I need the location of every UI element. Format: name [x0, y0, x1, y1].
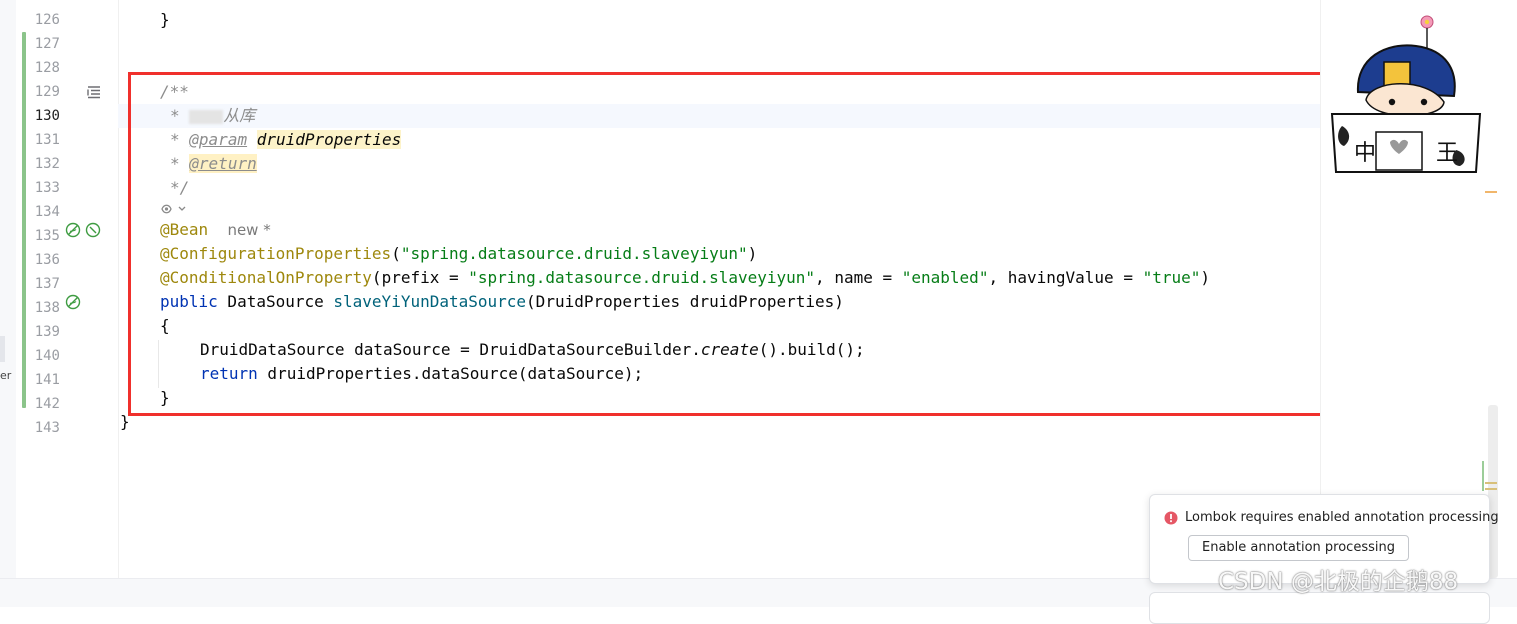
- line-number[interactable]: 126: [16, 8, 60, 32]
- line-number[interactable]: 131: [16, 128, 60, 152]
- line-number[interactable]: 132: [16, 152, 60, 176]
- mascot-right-char: 王: [1436, 141, 1458, 166]
- line-number[interactable]: 140: [16, 344, 60, 368]
- line-number[interactable]: 143: [16, 416, 60, 440]
- line-number[interactable]: 129: [16, 80, 60, 104]
- line-number[interactable]: 127: [16, 32, 60, 56]
- tool-window-label-fragment: er: [0, 369, 12, 382]
- warning-stripe[interactable]: [1485, 191, 1497, 193]
- line-number[interactable]: 136: [16, 248, 60, 272]
- line-number[interactable]: 128: [16, 56, 60, 80]
- highlight-box: [128, 72, 1333, 416]
- mascot-sticker: 中 王: [1330, 15, 1482, 173]
- line-number[interactable]: 130: [16, 104, 60, 128]
- line-number[interactable]: 139: [16, 320, 60, 344]
- doc-comment-toggle-icon[interactable]: [86, 84, 102, 100]
- stacked-notification[interactable]: [1149, 592, 1490, 624]
- enable-annotation-processing-button[interactable]: Enable annotation processing: [1188, 535, 1409, 561]
- tool-window-tab[interactable]: [0, 336, 5, 362]
- line-number[interactable]: 137: [16, 272, 60, 296]
- mascot-left-char: 中: [1354, 141, 1376, 166]
- line-number[interactable]: 135: [16, 224, 60, 248]
- vcs-scroll-marker[interactable]: [1482, 461, 1484, 491]
- line-number[interactable]: 133: [16, 176, 60, 200]
- line-number[interactable]: 138: [16, 296, 60, 320]
- line-number[interactable]: 141: [16, 368, 60, 392]
- change-stripe-2[interactable]: [1485, 488, 1497, 490]
- left-tool-strip: er: [0, 0, 17, 578]
- notification-message: Lombok requires enabled annotation proce…: [1185, 510, 1499, 525]
- error-icon: [1164, 511, 1178, 525]
- code-line-126[interactable]: }: [160, 8, 170, 32]
- bean-gutter-icon[interactable]: [65, 222, 81, 238]
- change-stripe[interactable]: [1485, 482, 1497, 484]
- line-number[interactable]: 134: [16, 200, 60, 224]
- line-number[interactable]: 142: [16, 392, 60, 416]
- bean-navigation-icon[interactable]: [85, 222, 101, 238]
- watermark: CSDN @北极的企鹅88: [1218, 569, 1459, 595]
- spring-bean-method-icon[interactable]: [65, 294, 81, 310]
